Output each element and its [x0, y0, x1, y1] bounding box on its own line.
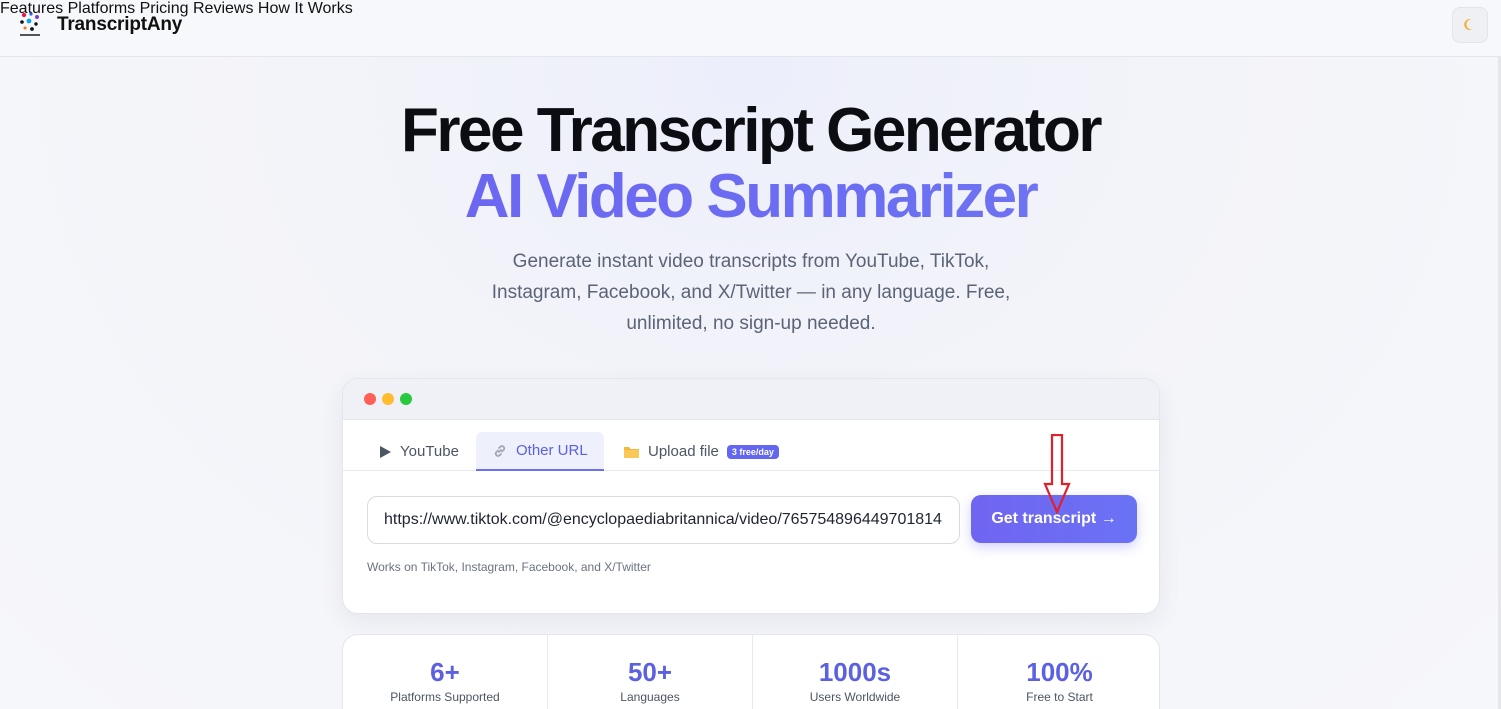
nav-how-it-works[interactable]: How It Works — [258, 0, 353, 17]
hero-subtitle: Generate instant video transcripts from … — [491, 251, 1011, 334]
stat-value: 6+ — [430, 657, 460, 687]
stat-label: Users Worldwide — [809, 690, 901, 704]
window-dot-red — [364, 393, 376, 405]
hero-title: Free Transcript Generator — [401, 96, 1103, 165]
window-dot-green — [400, 393, 412, 405]
stat-label: Free to Start — [1026, 690, 1093, 704]
page: TranscriptAny Features Platforms Pricing… — [0, 0, 1501, 709]
transcript-logo-icon[interactable] — [18, 11, 44, 39]
stat-value: 1000s — [818, 657, 892, 687]
tab-label: Upload file — [648, 443, 719, 460]
nav-reviews[interactable]: Reviews — [193, 0, 253, 17]
theme-toggle-button[interactable] — [1452, 7, 1488, 43]
stat-label: Platforms Supported — [390, 690, 500, 704]
folder-icon — [624, 447, 639, 458]
stat-languages: 50+ Languages — [548, 635, 753, 709]
tab-youtube[interactable]: YouTube — [363, 432, 475, 471]
source-tabs: YouTube Other URL Upload file 3 free/day — [343, 420, 1159, 471]
stat-value: 100% — [1026, 657, 1093, 687]
moon-icon — [1464, 19, 1473, 31]
tab-label: YouTube — [400, 443, 459, 460]
tab-other-url[interactable]: Other URL — [476, 432, 604, 471]
supported-platforms-hint: Works on TikTok, Instagram, Facebook, an… — [367, 560, 651, 574]
stats-bar: 6+ Platforms Supported 50+ Languages 100… — [342, 634, 1160, 709]
stat-value: 50+ — [627, 657, 673, 687]
brand-name[interactable]: TranscriptAny — [57, 14, 182, 36]
tab-upload-file[interactable]: Upload file 3 free/day — [607, 432, 795, 471]
site-header: TranscriptAny Features Platforms Pricing… — [0, 0, 1501, 57]
free-quota-badge: 3 free/day — [726, 444, 779, 459]
link-icon — [494, 444, 506, 457]
stat-label: Languages — [620, 690, 680, 704]
url-input[interactable] — [367, 496, 960, 544]
window-dot-yellow — [382, 393, 394, 405]
play-icon — [380, 445, 391, 458]
hero-title-accent: AI Video Summarizer — [0, 162, 1501, 232]
stat-users: 1000s Users Worldwide — [753, 635, 958, 709]
transcript-card: YouTube Other URL Upload file 3 free/day… — [342, 378, 1160, 614]
tab-label: Other URL — [516, 442, 588, 459]
annotation-arrow-icon — [1043, 434, 1071, 514]
stat-free: 100% Free to Start — [958, 635, 1159, 709]
window-titlebar — [343, 379, 1159, 420]
stat-platforms: 6+ Platforms Supported — [343, 635, 548, 709]
